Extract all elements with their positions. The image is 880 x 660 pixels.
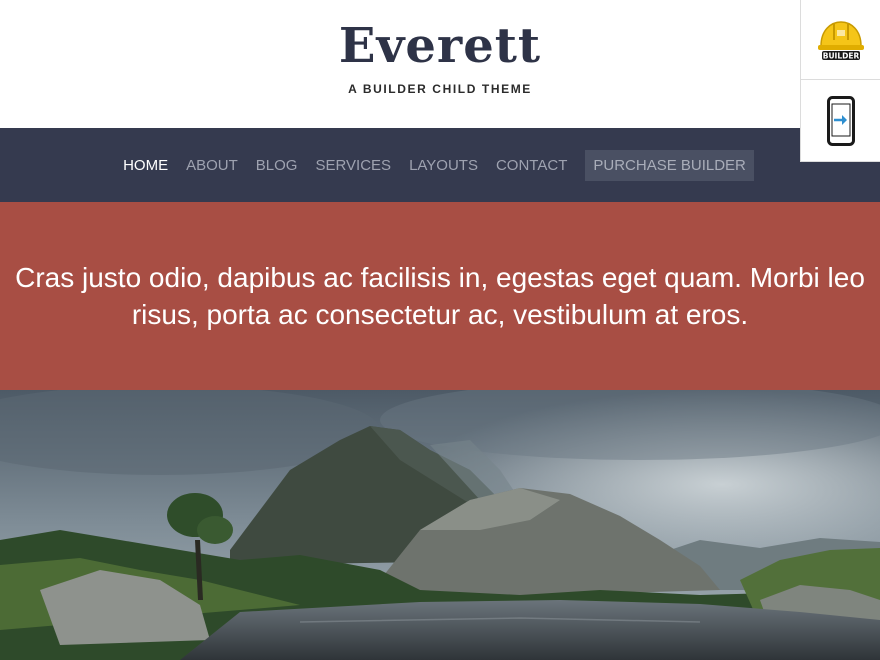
hero-landscape-image (0, 390, 880, 660)
nav-item-home[interactable]: HOME (114, 151, 177, 180)
site-tagline: A BUILDER CHILD THEME (348, 82, 532, 96)
nav-item-purchase-builder[interactable]: PURCHASE BUILDER (585, 149, 754, 181)
builder-badge-text: BUILDER (823, 51, 860, 60)
intro-banner: Cras justo odio, dapibus ac facilisis in… (0, 202, 880, 390)
nav-item-services[interactable]: SERVICES (306, 151, 400, 180)
builder-toggle-button[interactable]: BUILDER (801, 0, 880, 80)
site-title[interactable]: Everett (0, 18, 880, 74)
builder-hardhat-icon: BUILDER (818, 20, 864, 60)
nav-item-contact[interactable]: CONTACT (487, 151, 576, 180)
nav-menu: HOME ABOUT BLOG SERVICES LAYOUTS CONTACT… (0, 128, 880, 202)
mobile-view-button[interactable] (801, 81, 880, 161)
builder-tool-panel: BUILDER (800, 0, 880, 162)
landscape-illustration (0, 390, 880, 660)
banner-text: Cras justo odio, dapibus ac facilisis in… (15, 262, 865, 330)
nav-item-layouts[interactable]: LAYOUTS (400, 151, 487, 180)
main-navigation: HOME ABOUT BLOG SERVICES LAYOUTS CONTACT… (0, 128, 880, 202)
site-header: Everett A BUILDER CHILD THEME (0, 0, 880, 128)
nav-item-about[interactable]: ABOUT (177, 151, 247, 180)
nav-item-blog[interactable]: BLOG (247, 151, 307, 180)
mobile-view-icon (827, 96, 855, 146)
